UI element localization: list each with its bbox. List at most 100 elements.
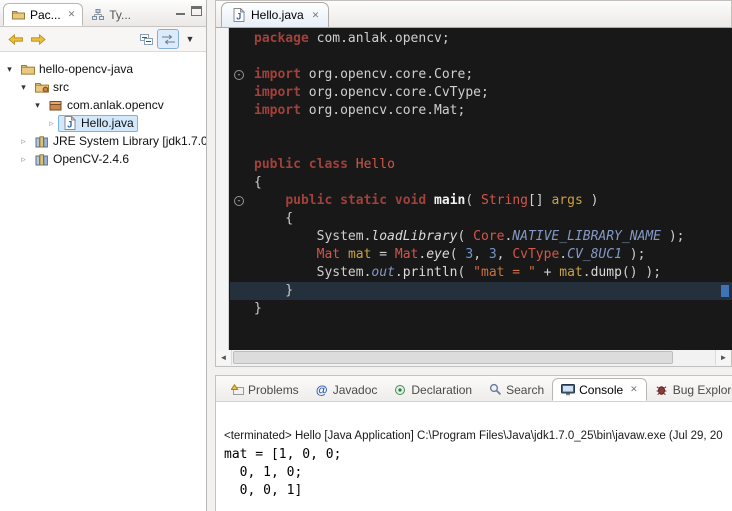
code-token: = xyxy=(371,247,394,262)
scroll-right-icon[interactable]: ► xyxy=(715,350,731,365)
horizontal-scrollbar[interactable]: ◄ ► xyxy=(215,350,732,367)
expand-arrow-icon[interactable]: ▹ xyxy=(17,136,30,147)
code-token: . xyxy=(395,265,403,280)
tree-item-hello-java[interactable]: ▹JHello.java xyxy=(0,114,206,132)
code-token: org.opencv.core.Core; xyxy=(301,67,473,82)
code-token: org.opencv.core.Mat; xyxy=(301,103,465,118)
collapse-arrow-icon[interactable]: ▾ xyxy=(31,100,44,111)
collapse-all-icon[interactable] xyxy=(135,29,157,49)
tree-item-com-anlak-opencv[interactable]: ▾com.anlak.opencv xyxy=(0,96,206,114)
code-token: main xyxy=(434,193,465,208)
code-token: ( xyxy=(458,229,474,244)
cursor-line-marker xyxy=(721,285,729,297)
minimize-icon[interactable] xyxy=(175,6,186,16)
tab-package-explorer[interactable]: Pac... ✕ xyxy=(3,3,83,26)
code-line[interactable] xyxy=(230,48,732,66)
code-token: Mat xyxy=(395,247,418,262)
code-token: , xyxy=(473,247,489,262)
code-token: System. xyxy=(254,229,371,244)
close-icon[interactable]: ✕ xyxy=(312,10,320,21)
code-token: String xyxy=(481,193,528,208)
code-token: static xyxy=(340,193,387,208)
svg-text:J: J xyxy=(67,120,72,130)
code-line[interactable]: import org.opencv.core.Mat; xyxy=(230,102,732,120)
tab-declaration[interactable]: Declaration xyxy=(385,378,480,401)
code-line[interactable]: package com.anlak.opencv; xyxy=(230,30,732,48)
tree-item-content: JHello.java xyxy=(58,115,138,132)
tab-type-hierarchy[interactable]: Ty... xyxy=(83,3,138,26)
code-line[interactable]: } xyxy=(230,300,732,318)
code-token: { xyxy=(254,211,293,226)
code-line[interactable]: public static void main( String[] args ) xyxy=(230,192,732,210)
code-token: ); xyxy=(661,229,684,244)
tree-item-content: JRE System Library [jdk1.7.0_25] xyxy=(30,133,206,150)
collapse-arrow-icon[interactable]: ▾ xyxy=(17,82,30,93)
editor-tabbar: J Hello.java ✕ xyxy=(215,0,732,28)
expand-arrow-icon[interactable]: ▹ xyxy=(17,154,30,165)
tree-item-hello-opencv-java[interactable]: ▾hello-opencv-java xyxy=(0,60,206,78)
tab-javadoc[interactable]: @Javadoc xyxy=(307,378,386,401)
code-token: ( xyxy=(450,247,466,262)
tree-item-jre-system-library-jdk1-7-0-25[interactable]: ▹ JRE System Library [jdk1.7.0_25] xyxy=(0,132,206,150)
expand-arrow-icon[interactable]: ▹ xyxy=(45,118,58,129)
code-token xyxy=(426,193,434,208)
code-line[interactable]: System.out.println( "mat = " + mat.dump(… xyxy=(230,264,732,282)
code-token: println xyxy=(403,265,458,280)
view-menu-icon[interactable]: ▼ xyxy=(179,29,201,49)
source-folder-icon xyxy=(34,81,49,93)
close-icon[interactable]: ✕ xyxy=(68,9,76,20)
console-icon xyxy=(561,384,575,396)
javadoc-icon: @ xyxy=(315,383,329,397)
code-token xyxy=(348,157,356,172)
code-line-current[interactable]: } xyxy=(230,282,732,300)
tree-item-src[interactable]: ▾ src xyxy=(0,78,206,96)
code-line[interactable]: import org.opencv.core.CvType; xyxy=(230,84,732,102)
tab-bug-explorer[interactable]: Bug Explorer xyxy=(647,378,732,401)
link-with-editor-icon[interactable] xyxy=(157,29,179,49)
back-icon[interactable] xyxy=(5,29,27,49)
code-token: import xyxy=(254,67,301,82)
code-line[interactable]: Mat mat = Mat.eye( 3, 3, CvType.CV_8UC1 … xyxy=(230,246,732,264)
code-token: ) xyxy=(583,193,599,208)
fold-collapse-icon[interactable] xyxy=(234,70,244,80)
code-token xyxy=(254,247,317,262)
forward-icon[interactable] xyxy=(27,29,49,49)
tree-item-label: src xyxy=(53,80,69,94)
code-token: 3 xyxy=(465,247,473,262)
maximize-icon[interactable] xyxy=(191,6,202,16)
package-explorer-panel: Pac... ✕ Ty... ▼ ▾hello-opencv-java▾src▾… xyxy=(0,0,207,511)
code-line[interactable] xyxy=(230,120,732,138)
tree-item-label: JRE System Library [jdk1.7.0_25] xyxy=(53,134,206,148)
project-tree: ▾hello-opencv-java▾src▾com.anlak.opencv▹… xyxy=(0,52,206,168)
svg-text:J: J xyxy=(236,12,241,22)
code-line[interactable] xyxy=(230,138,732,156)
tab-label: Pac... xyxy=(30,8,61,22)
code-line[interactable]: import org.opencv.core.Core; xyxy=(230,66,732,84)
tree-item-opencv-2-4-6[interactable]: ▹OpenCV-2.4.6 xyxy=(0,150,206,168)
scrollbar-thumb[interactable] xyxy=(233,351,673,364)
close-icon[interactable]: ✕ xyxy=(630,384,638,395)
fold-collapse-icon[interactable] xyxy=(234,196,244,206)
code-token: ( xyxy=(465,193,481,208)
code-token: import xyxy=(254,85,301,100)
tab-label: Ty... xyxy=(109,8,131,22)
tab-console[interactable]: Console✕ xyxy=(552,378,647,401)
code-token: package xyxy=(254,31,309,46)
code-area[interactable]: package com.anlak.opencv; import org.open… xyxy=(230,30,732,350)
tab-hello-java[interactable]: J Hello.java ✕ xyxy=(221,2,329,27)
code-line[interactable]: { xyxy=(230,210,732,228)
tab-search[interactable]: Search xyxy=(480,378,552,401)
scroll-left-icon[interactable]: ◄ xyxy=(216,350,232,365)
tab-problems[interactable]: Problems xyxy=(222,378,307,401)
code-editor[interactable]: package com.anlak.opencv; import org.open… xyxy=(215,28,732,350)
collapse-arrow-icon[interactable]: ▾ xyxy=(3,64,16,75)
code-line[interactable]: System.loadLibrary( Core.NATIVE_LIBRARY_… xyxy=(230,228,732,246)
code-line[interactable]: { xyxy=(230,174,732,192)
code-token xyxy=(301,157,309,172)
console-output[interactable]: mat = [1, 0, 0; 0, 1, 0; 0, 0, 1] xyxy=(216,444,732,500)
code-token: loadLibrary xyxy=(371,229,457,244)
tree-item-content: com.anlak.opencv xyxy=(44,97,168,114)
package-icon xyxy=(48,100,63,111)
code-line[interactable]: public class Hello xyxy=(230,156,732,174)
type-hierarchy-icon xyxy=(90,9,105,21)
